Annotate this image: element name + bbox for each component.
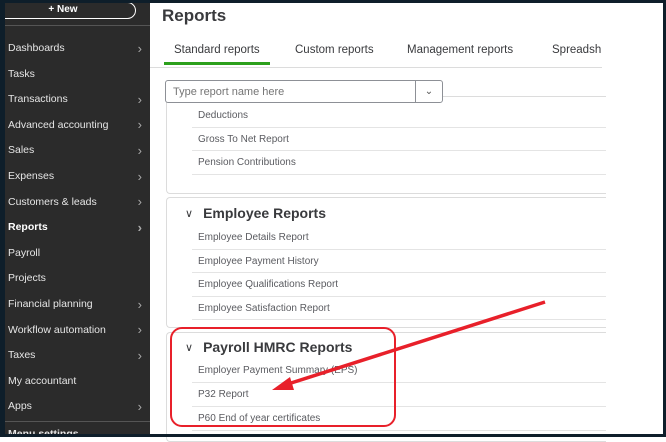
arrow-head xyxy=(272,377,294,390)
annotation-arrow xyxy=(272,300,546,390)
arrow-shaft xyxy=(287,300,546,386)
